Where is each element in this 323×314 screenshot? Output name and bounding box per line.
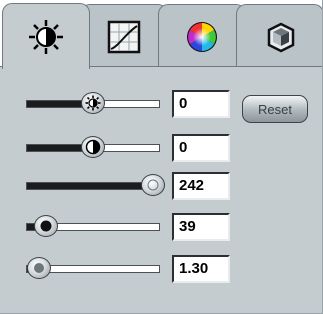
- tab-curve[interactable]: [80, 4, 168, 68]
- slider-track[interactable]: [26, 182, 160, 190]
- sun-icon: [85, 95, 101, 111]
- color-wheel-icon: [187, 21, 217, 52]
- slider-knob[interactable]: [34, 215, 58, 237]
- value-field-brightness[interactable]: 0: [172, 90, 230, 118]
- brightness-sun-icon: [29, 19, 63, 54]
- adjustment-panel: Reset 0 0 242 39 1.30: [0, 0, 323, 314]
- knob-icon: [147, 179, 159, 191]
- curve-graph-icon: [107, 20, 141, 53]
- tab-transform[interactable]: [236, 4, 323, 68]
- value-field-level-3[interactable]: 242: [172, 172, 230, 200]
- slider-knob[interactable]: [27, 257, 51, 279]
- slider-row-brightness: 0: [26, 90, 316, 124]
- value-field-gamma[interactable]: 1.30: [172, 255, 230, 283]
- slider-row-gamma: 1.30: [26, 255, 316, 289]
- tab-brightness[interactable]: [2, 3, 90, 69]
- value-field-level-4[interactable]: 39: [172, 213, 230, 241]
- slider-knob[interactable]: [81, 92, 105, 114]
- dark-dot-icon: [34, 263, 44, 273]
- slider-row-level-3: 242: [26, 172, 316, 206]
- cube-transform-icon: [267, 22, 295, 52]
- slider-knob[interactable]: [141, 174, 165, 196]
- tab-color[interactable]: [158, 4, 246, 68]
- half-circle-icon: [85, 139, 101, 155]
- slider-fill: [27, 183, 154, 189]
- value-field-contrast[interactable]: 0: [172, 134, 230, 162]
- dark-dot-icon: [40, 220, 52, 232]
- slider-row-contrast: 0: [26, 134, 316, 168]
- tab-strip: [0, 0, 323, 69]
- slider-knob[interactable]: [81, 136, 105, 158]
- slider-row-level-4: 39: [26, 213, 316, 247]
